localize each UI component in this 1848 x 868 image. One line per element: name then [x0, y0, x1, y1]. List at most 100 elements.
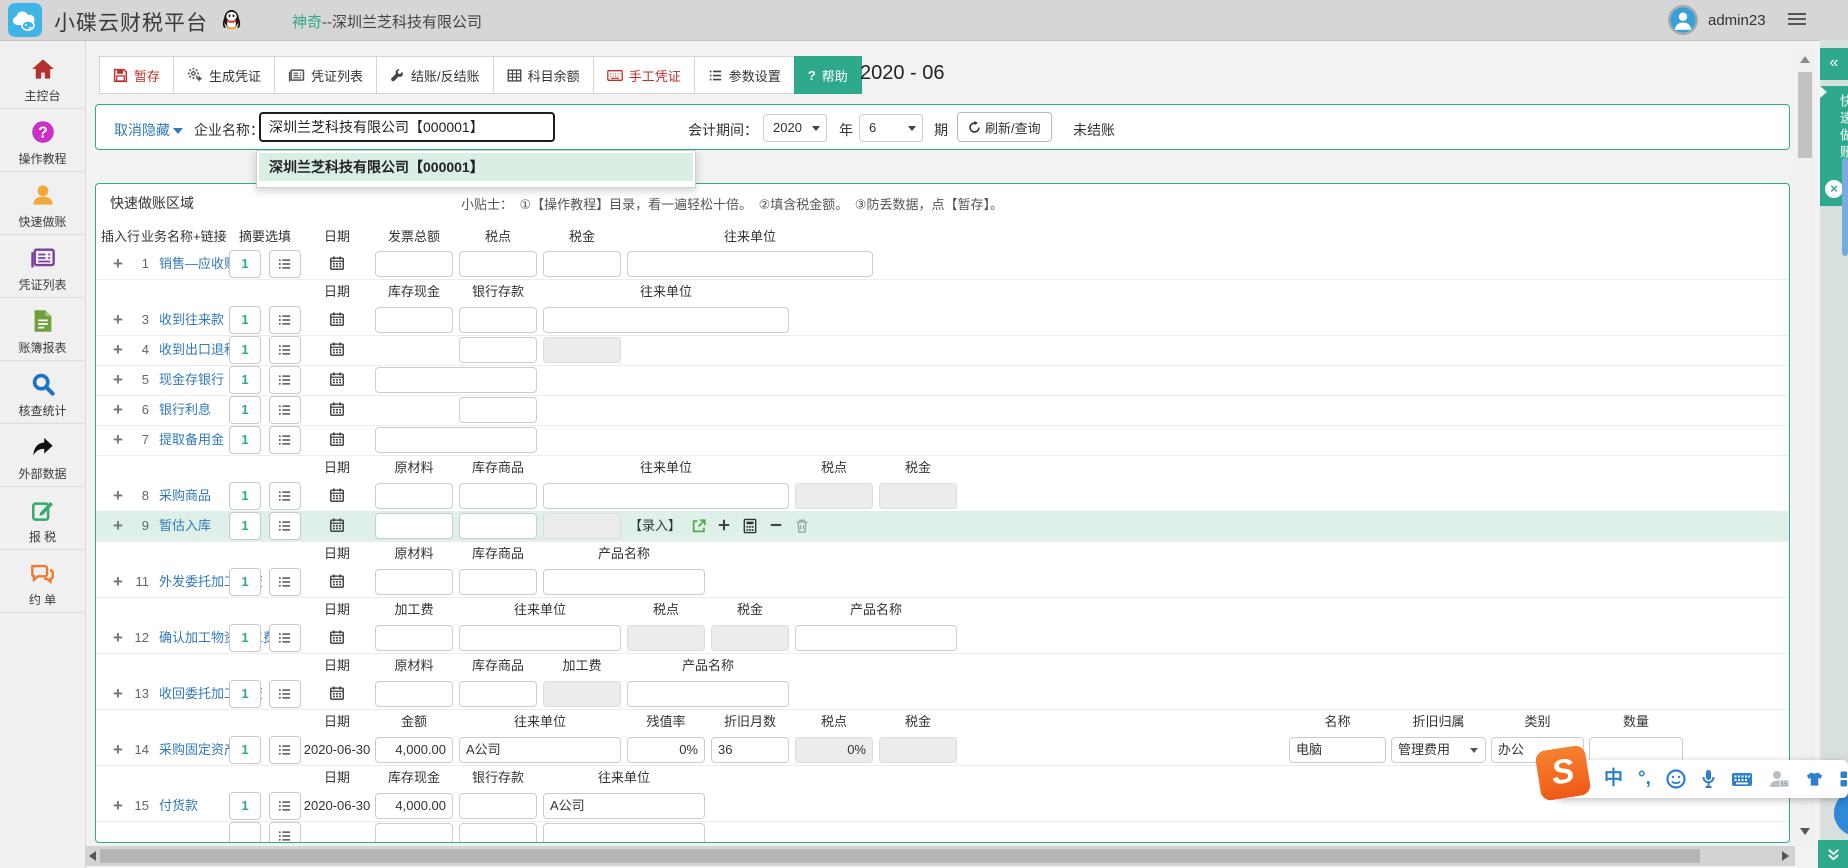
row-count-box[interactable]: 1	[229, 336, 261, 364]
row-count-box[interactable]: 1	[229, 680, 261, 708]
row-count-box[interactable]	[229, 822, 261, 843]
sidebar-item-4[interactable]: 凭证列表	[0, 235, 85, 298]
summary-select-button[interactable]	[269, 568, 301, 596]
sidebar-item-3[interactable]: 快速做账	[0, 172, 85, 235]
insert-row-button[interactable]: +	[113, 679, 123, 709]
virtual-keyboard-icon[interactable]	[1731, 771, 1753, 788]
row-count-box[interactable]: 1	[229, 568, 261, 596]
business-name-link[interactable]: 提取备用金	[159, 425, 224, 455]
input-field[interactable]	[375, 823, 453, 843]
summary-select-button[interactable]	[269, 792, 301, 820]
input-field[interactable]: A公司	[543, 793, 705, 819]
plus-icon[interactable]	[717, 518, 735, 536]
summary-select-button[interactable]	[269, 512, 301, 540]
calendar-icon[interactable]	[329, 255, 345, 271]
insert-row-button[interactable]: +	[113, 425, 123, 455]
sogou-logo-icon[interactable]: S	[1534, 744, 1591, 801]
calendar-icon[interactable]	[329, 629, 345, 645]
entry-button[interactable]: 【录入】	[629, 511, 681, 541]
ime-account-icon[interactable]: 15	[1768, 769, 1790, 789]
sidebar-item-2[interactable]: ?操作教程	[0, 109, 85, 172]
input-field[interactable]	[375, 625, 453, 651]
input-field[interactable]	[375, 483, 453, 509]
vertical-scrollbar[interactable]	[1796, 48, 1814, 846]
input-field[interactable]	[459, 793, 537, 819]
input-field[interactable]	[375, 513, 453, 539]
calendar-icon[interactable]	[329, 431, 345, 447]
company-name-input[interactable]	[259, 112, 555, 142]
year-select[interactable]: 2020	[763, 114, 827, 142]
input-field[interactable]	[459, 569, 537, 595]
toolbar-button[interactable]: 凭证列表	[274, 56, 377, 94]
business-name-link[interactable]: 暂估入库	[159, 511, 211, 541]
trash-icon[interactable]	[795, 518, 813, 536]
toolbar-button[interactable]: ?帮助	[794, 56, 862, 94]
emoji-icon[interactable]	[1666, 769, 1686, 789]
input-field[interactable]	[627, 251, 873, 277]
input-field[interactable]: 电脑	[1289, 737, 1386, 763]
sidebar-item-1[interactable]: 主控台	[0, 46, 85, 109]
insert-row-button[interactable]: +	[113, 365, 123, 395]
sidebar-item-5[interactable]: 账簿报表	[0, 298, 85, 361]
insert-row-button[interactable]: +	[113, 511, 123, 541]
horizontal-scrollbar[interactable]	[85, 846, 1795, 866]
row-count-box[interactable]: 1	[229, 366, 261, 394]
insert-row-button[interactable]: +	[113, 735, 123, 765]
summary-select-button[interactable]	[269, 396, 301, 424]
row-count-box[interactable]: 1	[229, 512, 261, 540]
sidebar-item-6[interactable]: 核查统计	[0, 361, 85, 424]
calendar-icon[interactable]	[329, 685, 345, 701]
input-field[interactable]	[795, 625, 957, 651]
business-name-link[interactable]: 收到往来款	[159, 305, 224, 335]
microphone-icon[interactable]	[1701, 769, 1716, 789]
input-field[interactable]	[459, 823, 537, 843]
insert-row-button[interactable]: +	[113, 395, 123, 425]
input-field[interactable]	[543, 251, 621, 277]
summary-select-button[interactable]	[269, 250, 301, 278]
input-field[interactable]	[375, 307, 453, 333]
input-field[interactable]: 0%	[627, 737, 705, 763]
input-field[interactable]	[459, 307, 537, 333]
toolbar-button[interactable]: 手工凭证	[593, 56, 695, 94]
business-name-link[interactable]: 采购固定资产	[159, 735, 237, 765]
input-field[interactable]	[375, 367, 537, 393]
row-count-box[interactable]: 1	[229, 306, 261, 334]
insert-row-button[interactable]: +	[113, 305, 123, 335]
business-name-link[interactable]: 付货款	[159, 791, 198, 821]
row-count-box[interactable]: 1	[229, 396, 261, 424]
input-field[interactable]	[459, 681, 537, 707]
input-field[interactable]	[375, 569, 453, 595]
ime-toolbox-icon[interactable]	[1839, 770, 1848, 788]
vertical-scrollbar-thumb[interactable]	[1798, 72, 1812, 158]
row-count-box[interactable]: 1	[229, 624, 261, 652]
input-field[interactable]	[543, 483, 789, 509]
date-value[interactable]: 2020-06-30	[303, 791, 371, 821]
summary-select-button[interactable]	[269, 426, 301, 454]
calculator-icon[interactable]	[743, 518, 761, 536]
business-name-link[interactable]: 收到出口退税	[159, 335, 237, 365]
ime-punctuation-button[interactable]: °,	[1638, 760, 1651, 798]
toolbar-button[interactable]: 暂存	[99, 56, 174, 94]
expand-bottom-button[interactable]	[1818, 840, 1848, 868]
minus-icon[interactable]	[769, 518, 787, 536]
select-field[interactable]: 管理费用	[1391, 737, 1486, 763]
date-value[interactable]: 2020-06-30	[303, 735, 371, 765]
summary-select-button[interactable]	[269, 822, 301, 843]
input-field[interactable]	[459, 337, 537, 363]
scroll-left-arrow[interactable]	[89, 851, 96, 861]
dock-scrollbar-thumb[interactable]	[1842, 158, 1848, 256]
calendar-icon[interactable]	[329, 341, 345, 357]
sidebar-item-8[interactable]: 报 税	[0, 487, 85, 550]
business-name-link[interactable]: 现金存银行	[159, 365, 224, 395]
calendar-icon[interactable]	[329, 573, 345, 589]
row-count-box[interactable]: 1	[229, 792, 261, 820]
input-field[interactable]	[375, 681, 453, 707]
menu-hamburger-icon[interactable]	[1788, 13, 1806, 27]
input-field[interactable]	[459, 513, 537, 539]
toolbar-button[interactable]: 参数设置	[694, 56, 795, 94]
input-field[interactable]	[459, 483, 537, 509]
insert-row-button[interactable]: +	[113, 481, 123, 511]
qq-penguin-icon[interactable]	[222, 9, 241, 30]
collapse-panel-button[interactable]: «	[1820, 48, 1848, 80]
input-field[interactable]	[459, 397, 537, 423]
